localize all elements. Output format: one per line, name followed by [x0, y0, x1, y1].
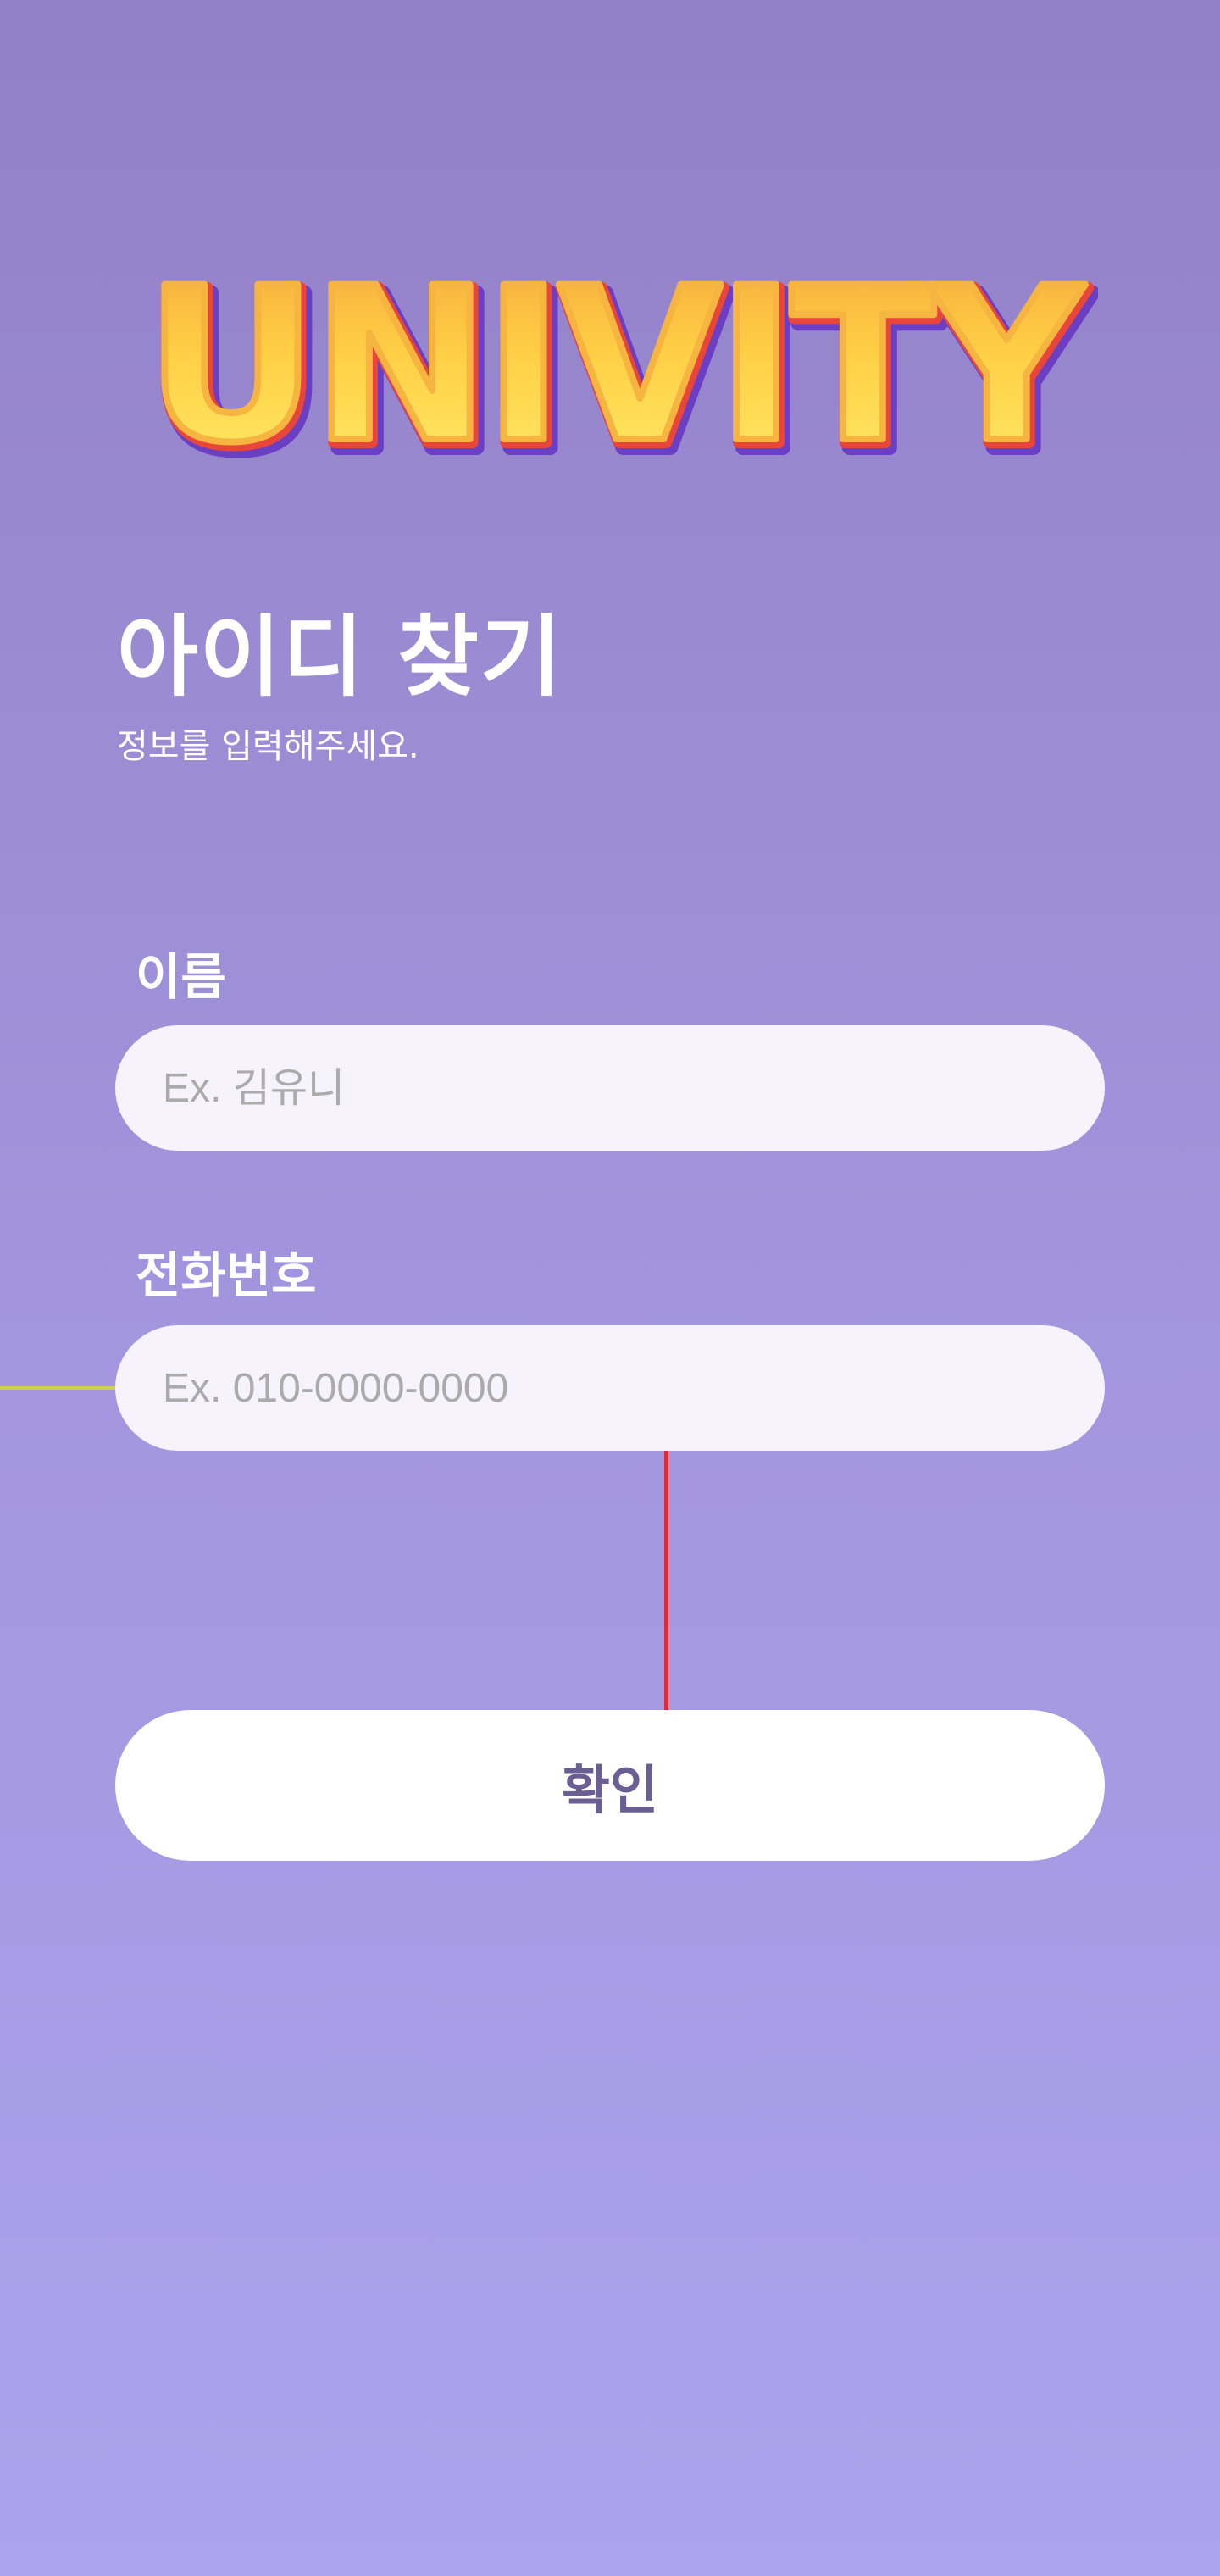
guide-line-yellow — [0, 1386, 115, 1390]
phone-label: 전화번호 — [136, 1246, 317, 1304]
page-title: 아이디 찾기 — [117, 605, 563, 708]
find-id-screen: UNIVITY UNIVITY UNIVITY 아이디 찾기 정보를 입력해주세… — [0, 0, 1220, 2576]
name-input[interactable] — [115, 1025, 1105, 1151]
name-label: 이름 — [136, 948, 226, 1006]
page-subtitle: 정보를 입력해주세요. — [117, 727, 419, 766]
guide-line-red — [664, 1451, 668, 1710]
confirm-button[interactable]: 확인 — [115, 1710, 1105, 1861]
univity-logo: UNIVITY UNIVITY UNIVITY — [141, 239, 1098, 458]
phone-input[interactable] — [115, 1325, 1105, 1451]
svg-text:UNIVITY: UNIVITY — [145, 242, 1085, 458]
